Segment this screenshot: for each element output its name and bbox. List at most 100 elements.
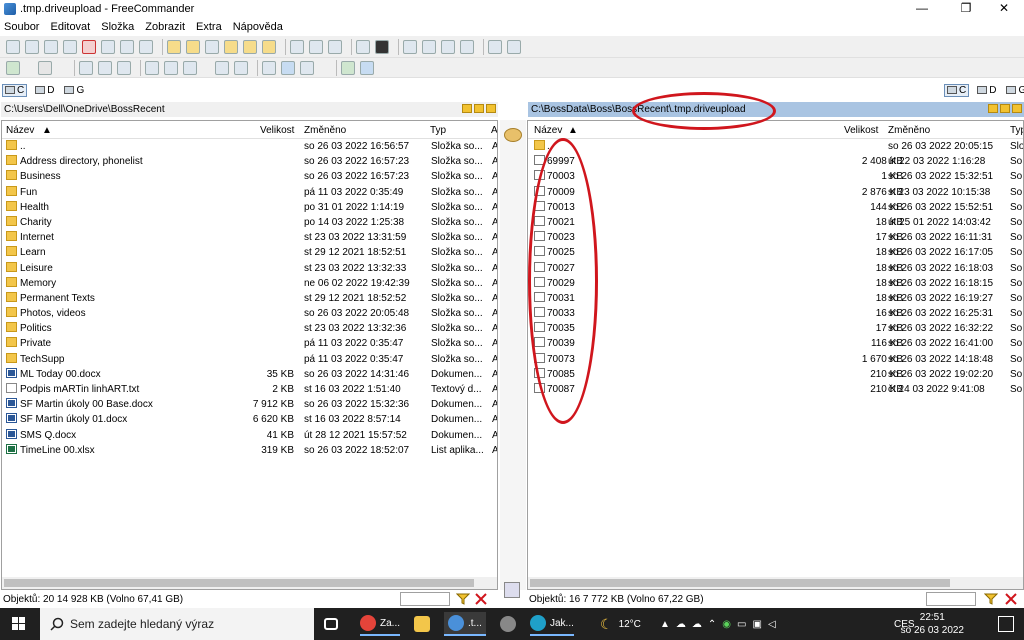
drive-g-button[interactable]: G	[62, 85, 86, 96]
thumbnail-view-icon[interactable]	[300, 60, 314, 75]
dual-panel-icon[interactable]	[360, 60, 374, 75]
unpack-icon[interactable]	[309, 39, 323, 54]
file-row[interactable]: Fun pá 11 03 2022 0:35:49 Složka so... A	[2, 185, 497, 200]
file-row[interactable]: 70035 17 KB so 26 03 2022 16:32:22 So	[528, 321, 1023, 336]
pack-icon[interactable]	[290, 39, 304, 54]
drive-d-button[interactable]: D	[975, 85, 998, 96]
tree-view-icon[interactable]	[262, 60, 276, 75]
column-attr[interactable]: A	[491, 125, 497, 136]
file-row[interactable]: 70073 1 670 KB so 26 03 2022 14:18:48 So	[528, 352, 1023, 367]
chevron-up-icon[interactable]: ⌃	[708, 619, 716, 630]
rename-icon[interactable]	[120, 39, 134, 54]
sync-icon[interactable]	[341, 60, 355, 75]
taskbar-app[interactable]	[500, 612, 520, 636]
column-size[interactable]: Velikost	[260, 125, 294, 136]
right-file-panel[interactable]: Název ▲ Velikost Změněno Typ .. so 26 03 …	[527, 120, 1024, 590]
close-button[interactable]: ✕	[986, 0, 1022, 18]
copy-icon[interactable]	[6, 39, 20, 54]
file-row[interactable]: Learn st 29 12 2021 18:52:51 Složka so... A	[2, 245, 497, 260]
taskbar-search[interactable]: Sem zadejte hledaný výraz	[40, 608, 314, 640]
minimize-button[interactable]: —	[904, 0, 940, 18]
properties-icon[interactable]	[101, 39, 115, 54]
taskbar-explorer[interactable]	[414, 612, 434, 636]
camera-icon[interactable]	[460, 39, 474, 54]
refresh-icon[interactable]	[215, 60, 229, 75]
paste-icon[interactable]	[117, 60, 131, 75]
filter-icon[interactable]	[164, 60, 178, 75]
speaker-icon[interactable]: ◁	[768, 619, 776, 630]
file-row[interactable]: SMS Q.docx 41 KB út 28 12 2021 15:57:52 Dok…	[2, 428, 497, 443]
file-row[interactable]: Private pá 11 03 2022 0:35:47 Složka so...…	[2, 336, 497, 351]
column-size[interactable]: Velikost	[844, 125, 878, 136]
file-row[interactable]: SF Martin úkoly 01.docx 6 620 KB st 16 03 …	[2, 412, 497, 427]
column-type[interactable]: Typ	[1010, 125, 1023, 136]
file-row[interactable]: 70009 2 876 KB st 23 03 2022 10:15:38 So	[528, 185, 1023, 200]
network-icon[interactable]: ▣	[752, 619, 761, 630]
view-icon[interactable]	[403, 39, 417, 54]
column-type[interactable]: Typ	[430, 125, 446, 136]
forward-icon[interactable]	[38, 60, 52, 75]
drive-g-button[interactable]: G	[1004, 85, 1024, 96]
ftp-icon[interactable]	[507, 39, 521, 54]
network-icon[interactable]	[488, 39, 502, 54]
file-row[interactable]: 70087 210 KB čt 24 03 2022 9:41:08 So	[528, 382, 1023, 397]
screen-icon[interactable]	[441, 39, 455, 54]
column-name[interactable]: Název	[534, 125, 562, 136]
folder-icon[interactable]	[486, 104, 496, 113]
task-view-icon[interactable]	[324, 612, 342, 636]
menu-extra[interactable]: Extra	[196, 21, 222, 33]
drive-icon[interactable]	[356, 39, 370, 54]
copy-to-icon[interactable]	[44, 39, 58, 54]
file-row[interactable]: 70013 144 KB so 26 03 2022 15:52:51 So	[528, 200, 1023, 215]
search-icon[interactable]	[205, 39, 219, 54]
filter-icon[interactable]	[983, 592, 999, 606]
file-row[interactable]: 70085 210 KB so 26 03 2022 19:02:20 So	[528, 367, 1023, 382]
menu-slozka[interactable]: Složka	[101, 21, 134, 33]
file-row[interactable]: Internet st 23 03 2022 13:31:59 Složka so.…	[2, 230, 497, 245]
file-row[interactable]: 70031 18 KB so 26 03 2022 16:19:27 So	[528, 291, 1023, 306]
horizontal-scrollbar[interactable]	[528, 577, 1023, 589]
weather-widget[interactable]: ☾ 12°C	[600, 608, 641, 640]
file-row[interactable]: Photos, videos so 26 03 2022 20:05:48 Slož…	[2, 306, 497, 321]
file-row[interactable]: Politics st 23 03 2022 13:32:36 Složka so.…	[2, 321, 497, 336]
edit-file-icon[interactable]	[183, 60, 197, 75]
notifications-icon[interactable]	[998, 616, 1014, 632]
taskbar-chrome[interactable]: Za...	[360, 612, 401, 636]
details-view-icon[interactable]	[281, 60, 295, 75]
column-modified[interactable]: Změněno	[888, 125, 930, 136]
folder-icon[interactable]	[462, 104, 472, 113]
menu-editovat[interactable]: Editovat	[50, 21, 90, 33]
drive-c-button[interactable]: C	[944, 83, 970, 97]
file-row[interactable]: 70003 1 KB so 26 03 2022 15:32:51 So	[528, 169, 1023, 184]
file-row[interactable]: Address directory, phonelist so 26 03 202…	[2, 154, 497, 169]
file-row[interactable]: ML Today 00.docx 35 KB so 26 03 2022 14:31…	[2, 367, 497, 382]
select-icon[interactable]	[145, 60, 159, 75]
wifi-icon[interactable]: ◉	[722, 619, 731, 630]
settings-icon[interactable]	[422, 39, 436, 54]
file-row[interactable]: 70025 18 KB so 26 03 2022 16:17:05 So	[528, 245, 1023, 260]
left-file-panel[interactable]: Název ▲ Velikost Změněno Typ A .. so 26 0…	[1, 120, 498, 590]
file-row[interactable]: Charity po 14 03 2022 1:25:38 Složka so...…	[2, 215, 497, 230]
bookmark-icon[interactable]	[234, 60, 248, 75]
left-path-bar[interactable]: C:\Users\Dell\OneDrive\BossRecent	[1, 102, 498, 117]
new-folder-icon[interactable]	[167, 39, 181, 54]
file-row[interactable]: 70021 18 KB út 25 01 2022 14:03:42 So	[528, 215, 1023, 230]
edit-icon[interactable]	[25, 39, 39, 54]
onedrive-icon[interactable]: ☁	[692, 619, 702, 630]
left-quick-filter[interactable]	[400, 592, 450, 606]
drive-c-button[interactable]: C	[2, 83, 28, 97]
file-row[interactable]: Permanent Texts st 29 12 2021 18:52:52 Slo…	[2, 291, 497, 306]
file-row[interactable]: 69997 2 408 KB út 22 03 2022 1:16:28 So	[528, 154, 1023, 169]
scrollbar-thumb[interactable]	[4, 579, 474, 587]
folder-icon[interactable]	[1012, 104, 1022, 113]
folder-icon[interactable]	[1000, 104, 1010, 113]
folder-sync-icon[interactable]	[243, 39, 257, 54]
cloud-icon[interactable]: ☁	[676, 619, 686, 630]
windows-start-icon[interactable]	[12, 617, 26, 631]
file-row[interactable]: Memory ne 06 02 2022 19:42:39 Složka so...…	[2, 276, 497, 291]
clear-filter-icon[interactable]	[1004, 592, 1018, 606]
horizontal-scrollbar[interactable]	[2, 577, 497, 589]
taskbar-edge[interactable]: Jak...	[530, 612, 574, 636]
taskbar-clock[interactable]: 22:51 so 26 03 2022	[901, 611, 964, 637]
right-quick-filter[interactable]	[926, 592, 976, 606]
